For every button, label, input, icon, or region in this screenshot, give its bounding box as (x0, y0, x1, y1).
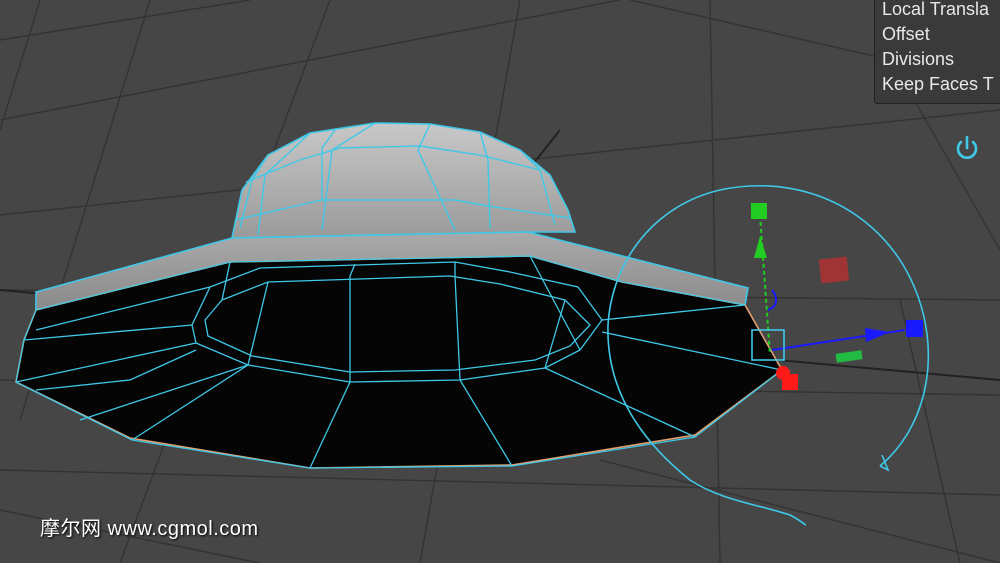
x-axis-arrow[interactable] (865, 328, 890, 342)
x-axis-scale-box[interactable] (906, 320, 923, 337)
3d-viewport[interactable]: Local Transla Offset Divisions Keep Face… (0, 0, 1000, 563)
attr-keep-faces-together[interactable]: Keep Faces T (882, 72, 1000, 97)
ufo-mesh[interactable] (15, 122, 784, 469)
z-axis-scale-box[interactable] (782, 374, 798, 390)
viewport-scene[interactable] (0, 0, 1000, 563)
attr-local-translate[interactable]: Local Transla (882, 0, 1000, 22)
plane-handle[interactable] (818, 256, 850, 284)
attribute-panel: Local Transla Offset Divisions Keep Face… (874, 0, 1000, 104)
watermark: 摩尔网 www.cgmol.com (40, 518, 259, 540)
power-icon[interactable] (954, 134, 980, 162)
rotation-arc (767, 289, 778, 311)
y-axis-scale-box[interactable] (751, 203, 767, 219)
attr-offset[interactable]: Offset (882, 22, 1000, 47)
y-axis-arrow[interactable] (754, 236, 767, 258)
plane-handle-xz[interactable] (835, 350, 863, 363)
attr-divisions[interactable]: Divisions (882, 47, 1000, 72)
